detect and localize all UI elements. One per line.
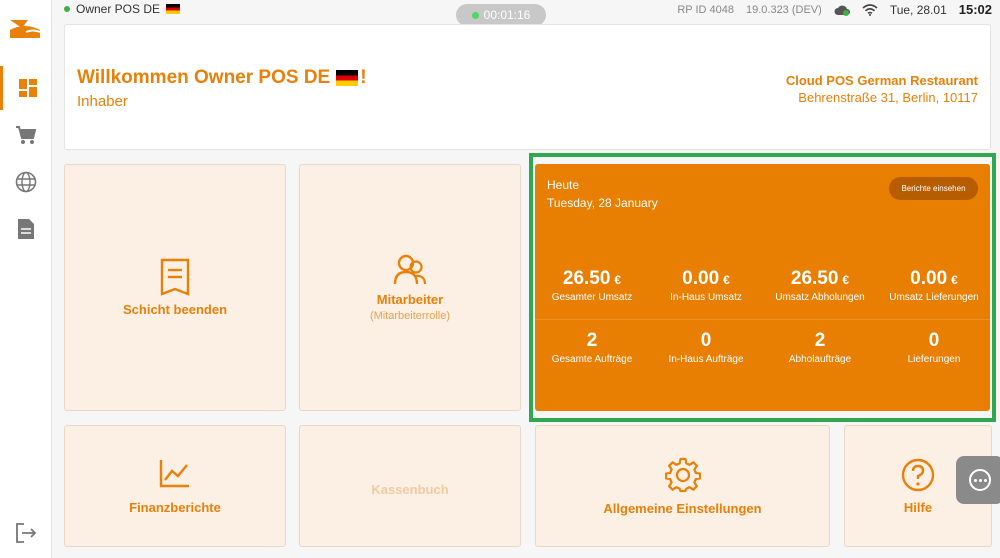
line-chart-icon [159,459,189,487]
logout-icon [16,523,37,543]
stat-inhouse-revenue: 0.00 € In-Haus Umsatz [649,268,763,303]
shift-end-label: Schicht beenden [122,302,228,317]
online-indicator [64,6,70,12]
welcome-text: Willkommen Owner POS DE [77,67,331,88]
stat-deliveries: 0 Lieferungen [877,330,991,365]
logout-button[interactable] [0,518,52,548]
stat-value: 0.00 [910,268,948,289]
stat-delivery-revenue: 0.00 € Umsatz Lieferungen [877,268,991,303]
employees-label: Mitarbeiter [376,291,444,307]
general-settings-tile[interactable]: Allgemeine Einstellungen [535,425,830,547]
stat-value: 26.50 [562,268,611,289]
restaurant-name: Cloud POS German Restaurant [785,73,978,88]
app-logo [10,20,41,38]
employees-tile[interactable]: Mitarbeiter (Mitarbeiterrolle) [299,164,521,411]
shift-end-tile[interactable]: Schicht beenden [64,164,286,411]
stat-total-revenue: 26.50 € Gesamter Umsatz [535,268,649,303]
dashboard-icon [18,79,37,97]
currency-symbol: € [951,273,958,287]
cloud-sync-icon [834,5,850,16]
cashbook-label: Kassenbuch [371,481,449,497]
stat-label: Gesamte Aufträge [551,354,633,365]
shift-end-icon [160,258,190,296]
stat-value: 0 [928,330,940,351]
stats-date: Tuesday, 28 January [547,196,658,210]
finance-reports-label: Finanzberichte [129,499,221,515]
stat-inhouse-orders: 0 In-Haus Aufträge [649,330,763,365]
sidebar-item-cart[interactable] [0,113,52,157]
globe-icon [15,171,37,193]
finance-reports-tile[interactable]: Finanzberichte [64,425,286,547]
stat-label: Abholaufträge [788,354,852,365]
stat-value: 26.50 [790,268,839,289]
stat-value: 0 [700,330,712,351]
restaurant-address: Behrenstraße 31, Berlin, 10117 [798,90,978,105]
app-version: 19.0.323 (DEV) [745,3,822,16]
session-timer: 00:01:16 [456,4,546,26]
timer-value: 00:01:16 [483,8,531,22]
welcome-title: Willkommen Owner POS DE ! [77,67,367,89]
document-icon [18,219,34,239]
more-icon [969,469,991,491]
stats-today-label: Heute [547,178,580,192]
view-reports-button[interactable]: Berichte einsehen [889,177,978,200]
cashbook-tile[interactable]: Kassenbuch [299,425,521,547]
stat-value: 2 [586,330,598,351]
stat-label: In-Haus Aufträge [668,354,744,365]
welcome-exclamation: ! [360,67,367,88]
stat-label: In-Haus Umsatz [670,292,742,303]
sidebar [0,0,52,558]
sidebar-item-online[interactable] [0,160,52,204]
status-user: Owner POS DE [64,2,181,16]
german-flag-icon [166,4,181,14]
currency-symbol: € [723,273,730,287]
help-icon [901,458,935,491]
stat-total-orders: 2 Gesamte Aufträge [535,330,649,365]
rp-id: RP ID 4048 [677,3,734,16]
german-flag-icon [336,70,359,86]
stat-pickup-revenue: 26.50 € Umsatz Abholungen [763,268,877,303]
employees-sublabel: (Mitarbeiterrolle) [369,309,451,322]
stat-label: Gesamter Umsatz [551,292,633,303]
timer-indicator [471,11,479,19]
stat-pickup-orders: 2 Abholaufträge [763,330,877,365]
sidebar-item-documents[interactable] [0,207,52,251]
today-stats-card: Heute Tuesday, 28 January Berichte einse… [535,164,990,411]
status-time: 15:02 [958,2,992,17]
stat-label: Umsatz Lieferungen [889,292,979,303]
help-label: Hilfe [903,499,933,515]
general-settings-label: Allgemeine Einstellungen [603,500,762,516]
stats-divider [535,319,990,320]
status-user-name: Owner POS DE [76,2,161,16]
floating-menu-button[interactable] [956,456,1000,504]
sidebar-item-dashboard[interactable] [0,66,52,110]
currency-symbol: € [842,273,850,287]
employees-icon [393,254,427,284]
wifi-icon [862,3,878,16]
gear-icon [664,457,701,492]
status-right: RP ID 4048 19.0.323 (DEV) Tue, 28.01 15:… [677,2,992,17]
status-date: Tue, 28.01 [889,2,947,17]
currency-symbol: € [614,273,622,287]
cart-icon [16,126,37,144]
stat-value: 2 [814,330,826,351]
welcome-card: Willkommen Owner POS DE ! Inhaber Cloud … [64,24,991,150]
user-role: Inhaber [77,93,128,110]
stat-label: Umsatz Abholungen [775,292,865,303]
stat-value: 0.00 [682,268,720,289]
stat-label: Lieferungen [907,354,961,365]
